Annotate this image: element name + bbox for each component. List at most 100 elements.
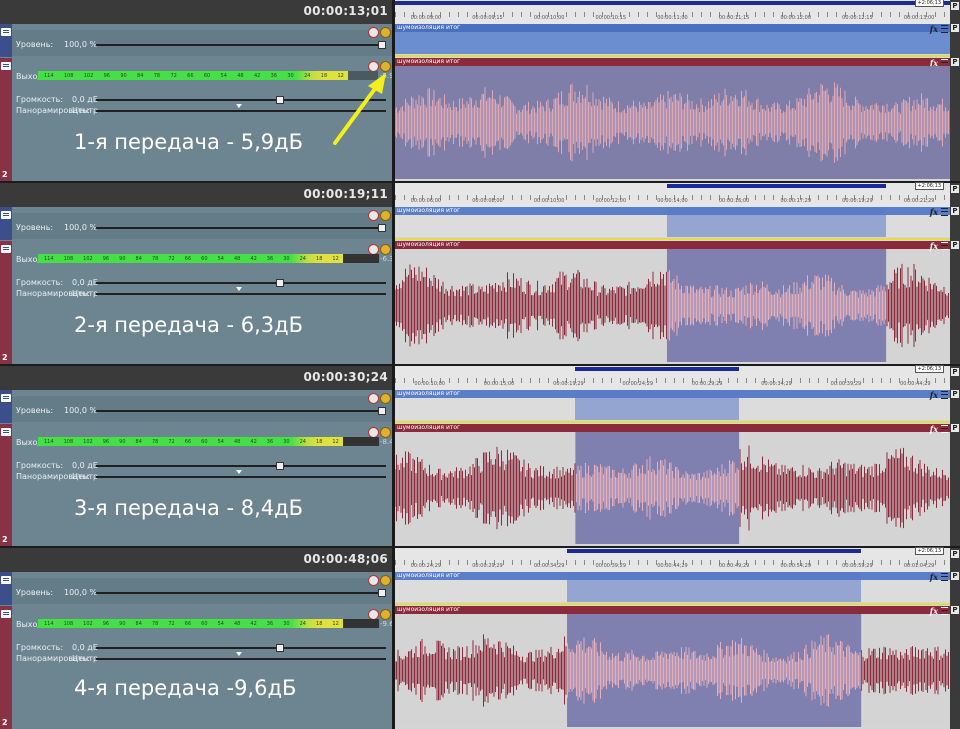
audio-track-strip[interactable] [0, 606, 12, 729]
track-menu-icon[interactable] [1, 62, 11, 70]
pan-lock-button[interactable]: P [951, 390, 959, 398]
audio-track-strip[interactable] [0, 424, 12, 546]
level-slider-thumb[interactable] [378, 589, 386, 597]
audio-lane[interactable]: шумоизоляция итог fx [395, 241, 950, 362]
audio-lane[interactable]: шумоизоляция итог fx [395, 424, 950, 544]
volume-slider-thumb[interactable] [276, 279, 284, 287]
event-header[interactable]: шумоизоляция итог [395, 606, 950, 614]
track-menu-icon[interactable] [1, 211, 11, 219]
event-header[interactable]: шумоизоляция итог [395, 241, 950, 249]
level-slider-thumb[interactable] [378, 41, 386, 49]
vertical-scrollbar[interactable]: P P P [950, 183, 960, 364]
loop-region-bar[interactable] [575, 367, 740, 371]
track-menu-icon[interactable] [1, 28, 11, 36]
volume-slider[interactable] [96, 647, 386, 649]
solo-icon[interactable] [380, 427, 391, 438]
solo-icon[interactable] [380, 393, 391, 404]
track-menu-icon[interactable] [1, 428, 11, 436]
bus-lane[interactable]: шумоизоляция итог fx [395, 207, 950, 237]
pan-lock-button[interactable]: P [951, 207, 959, 215]
mute-icon[interactable] [368, 393, 379, 404]
ruler-label: 00:00:44;29 [900, 381, 931, 387]
meter-scale: 114 108 102 96 90 84 78 72 66 60 54 48 42 36 30 24 18 12 [44, 73, 344, 79]
pan-lock-button[interactable]: P [951, 606, 959, 614]
mute-icon[interactable] [368, 575, 379, 586]
selection-region[interactable] [666, 207, 887, 237]
pan-lock-button[interactable]: P [951, 2, 959, 10]
solo-icon[interactable] [380, 244, 391, 255]
event-menu-icon[interactable] [941, 573, 948, 581]
volume-slider[interactable] [96, 282, 386, 284]
pan-lock-button[interactable]: P [951, 572, 959, 580]
loop-region-bar[interactable] [666, 184, 887, 188]
time-ruler[interactable]: 00:00:09;00 00:00:09;15 00:00:10;00 00:00:1… [395, 0, 950, 24]
volume-slider[interactable] [96, 465, 386, 467]
level-slider-thumb[interactable] [378, 407, 386, 415]
fx-button[interactable]: fx [930, 572, 938, 582]
selection-region[interactable] [567, 572, 862, 602]
event-header[interactable]: шумоизоляция итог [395, 24, 950, 32]
track-menu-icon[interactable] [1, 245, 11, 253]
pan-center-marker[interactable] [236, 652, 242, 656]
fx-button[interactable]: fx [930, 207, 938, 217]
audio-track-strip[interactable] [0, 241, 12, 364]
vertical-scrollbar[interactable]: P P P [950, 366, 960, 546]
track-menu-icon[interactable] [1, 576, 11, 584]
track-menu-icon[interactable] [1, 610, 11, 618]
pan-lock-button[interactable]: P [951, 368, 959, 376]
audio-lane[interactable]: шумоизоляция итог fx [395, 58, 950, 179]
pan-lock-button[interactable]: P [951, 185, 959, 193]
level-slider[interactable] [96, 592, 386, 594]
track-menu-icon[interactable] [1, 394, 11, 402]
bus-lane[interactable]: шумоизоляция итог fx [395, 24, 950, 54]
volume-slider-thumb[interactable] [276, 644, 284, 652]
pan-center-marker[interactable] [236, 287, 242, 291]
solo-icon[interactable] [380, 609, 391, 620]
level-slider[interactable] [96, 44, 386, 46]
level-slider-thumb[interactable] [378, 224, 386, 232]
ruler-label: 00:00:12;00 [780, 15, 812, 21]
time-ruler[interactable]: 00:00:10;00 00:00:15;00 00:00:19;29 00:00:2… [395, 365, 950, 390]
solo-icon[interactable] [380, 210, 391, 221]
pan-lock-button[interactable]: P [951, 550, 959, 558]
pan-lock-button[interactable]: P [951, 24, 959, 32]
volume-slider-thumb[interactable] [276, 462, 284, 470]
cursor-time: 00:00:30;24 [303, 370, 388, 384]
loop-region-bar[interactable] [567, 549, 862, 553]
event-menu-icon[interactable] [941, 25, 948, 33]
fx-button[interactable]: fx [930, 24, 938, 34]
selection-region[interactable] [575, 390, 740, 420]
vertical-scrollbar[interactable]: P P P [950, 0, 960, 181]
time-display: 00:00:19;11 [0, 183, 392, 207]
solo-icon[interactable] [380, 575, 391, 586]
pan-lock-button[interactable]: P [951, 424, 959, 432]
pan-slider[interactable] [96, 476, 386, 478]
pan-lock-button[interactable]: P [951, 241, 959, 249]
fx-button[interactable]: fx [930, 390, 938, 400]
selection-region[interactable] [395, 32, 950, 54]
audio-track-strip[interactable] [0, 58, 12, 181]
mute-icon[interactable] [368, 210, 379, 221]
time-ruler[interactable]: 00:00:24;29 00:00:29;29 00:00:34;29 00:00:3… [395, 547, 950, 572]
solo-icon[interactable] [380, 27, 391, 38]
mute-icon[interactable] [368, 27, 379, 38]
volume-slider-thumb[interactable] [276, 96, 284, 104]
audio-lane[interactable]: шумоизоляция итог fx [395, 606, 950, 727]
event-menu-icon[interactable] [941, 391, 948, 399]
level-slider[interactable] [96, 227, 386, 229]
event-menu-icon[interactable] [941, 208, 948, 216]
bus-lane[interactable]: шумоизоляция итог fx [395, 572, 950, 602]
pan-slider[interactable] [96, 293, 386, 295]
event-header[interactable]: шумоизоляция итог [395, 424, 950, 432]
bus-lane[interactable]: шумоизоляция итог fx [395, 390, 950, 420]
vertical-scrollbar[interactable]: P P P [950, 548, 960, 729]
pan-center-marker[interactable] [236, 104, 242, 108]
loop-region-bar[interactable] [395, 1, 950, 5]
level-slider[interactable] [96, 410, 386, 412]
event-header[interactable]: шумоизоляция итог [395, 58, 950, 66]
pan-lock-button[interactable]: P [951, 58, 959, 66]
pan-slider[interactable] [96, 658, 386, 660]
meter-tick: 84 [135, 256, 142, 262]
time-ruler[interactable]: 00:00:06;00 00:00:08;00 00:00:10;00 00:00:1… [395, 182, 950, 207]
pan-center-marker[interactable] [236, 470, 242, 474]
